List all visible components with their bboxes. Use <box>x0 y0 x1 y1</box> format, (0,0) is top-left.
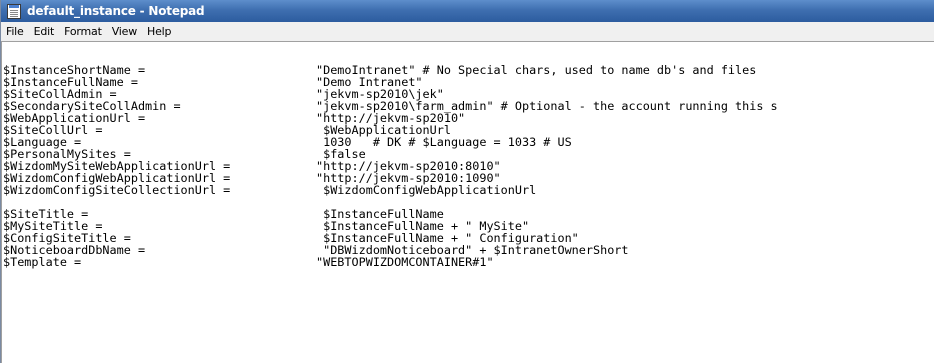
variable-value: "WEBTOPWIZDOMCONTAINER#1" <box>316 255 494 269</box>
menu-bar: File Edit Format View Help <box>1 22 934 42</box>
editor-content[interactable]: $InstanceShortName = "DemoIntranet" # No … <box>3 42 933 362</box>
editor-line: $Language = 1030 # DK # $Language = 1033… <box>3 136 933 148</box>
menu-file[interactable]: File <box>1 25 29 38</box>
menu-format[interactable]: Format <box>59 25 107 38</box>
editor-line: $WebApplicationUrl = "http://jekvm-sp2010… <box>3 112 933 124</box>
variable-name: $Template = <box>3 255 82 269</box>
menu-view[interactable]: View <box>107 25 142 38</box>
editor-line: $InstanceFullName = "Demo Intranet" <box>3 76 933 88</box>
editor-line: $WizdomConfigSiteCollectionUrl = $Wizdom… <box>3 184 933 196</box>
menu-help[interactable]: Help <box>142 25 176 38</box>
notepad-icon[interactable] <box>7 3 21 19</box>
notepad-window: default_instance - Notepad File Edit For… <box>0 0 934 363</box>
editor-line: $Template = "WEBTOPWIZDOMCONTAINER#1" <box>3 256 933 268</box>
text-editor-area[interactable]: $InstanceShortName = "DemoIntranet" # No … <box>1 41 934 363</box>
variable-name: $WizdomConfigSiteCollectionUrl = <box>3 183 231 197</box>
editor-line: $InstanceShortName = "DemoIntranet" # No … <box>3 64 933 76</box>
menu-edit[interactable]: Edit <box>29 25 60 38</box>
window-title: default_instance - Notepad <box>27 4 205 18</box>
title-bar[interactable]: default_instance - Notepad <box>1 0 934 22</box>
variable-value: $WizdomConfigWebApplicationUrl <box>316 183 537 197</box>
